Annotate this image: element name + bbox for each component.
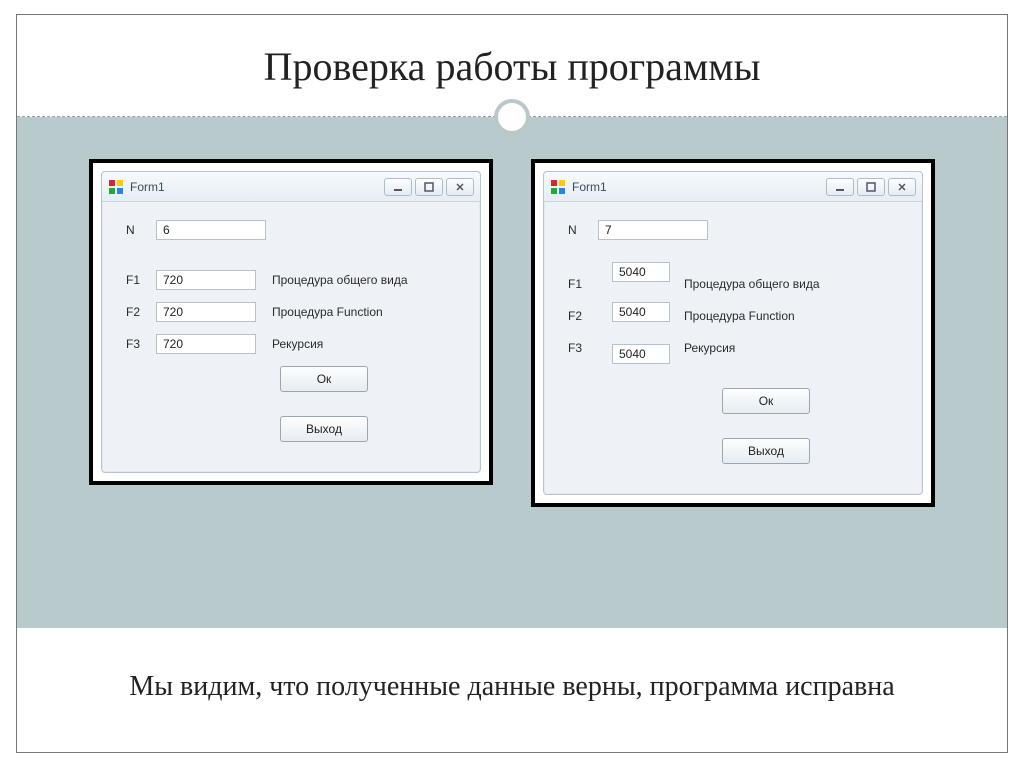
input-f2[interactable]: 5040 [612, 302, 670, 322]
app-window-left: Form1 N 6 F1 720 Процедура о [101, 171, 481, 473]
label-f2: F2 [126, 305, 156, 319]
label-f1: F1 [568, 270, 598, 298]
desc-f1: Процедура общего вида [272, 273, 462, 287]
input-f2[interactable]: 720 [156, 302, 256, 322]
labels-col: F1 F2 F3 [568, 270, 598, 362]
label-f1: F1 [126, 273, 156, 287]
panel-right: Form1 N 7 F1 F2 [531, 159, 935, 507]
window-controls [826, 178, 916, 196]
exit-button[interactable]: Выход [280, 416, 368, 442]
button-row-ok: Ок [126, 366, 462, 406]
desc-f3: Рекурсия [272, 337, 462, 351]
label-n: N [568, 223, 598, 237]
titlebar-right: Form1 [544, 172, 922, 202]
titlebar-left: Form1 [102, 172, 480, 202]
input-n[interactable]: 7 [598, 220, 708, 240]
exit-button[interactable]: Выход [722, 438, 810, 464]
close-button[interactable] [446, 178, 474, 196]
slide: Проверка работы программы Form1 [16, 14, 1008, 753]
window-body-left: N 6 F1 720 Процедура общего вида F2 720 … [102, 202, 480, 472]
input-n[interactable]: 6 [156, 220, 266, 240]
ok-button[interactable]: Ок [722, 388, 810, 414]
label-f3: F3 [568, 334, 598, 362]
window-title: Form1 [130, 180, 384, 194]
label-n: N [126, 223, 156, 237]
app-window-right: Form1 N 7 F1 F2 [543, 171, 923, 495]
row-n: N 6 [126, 220, 462, 240]
desc-f2: Процедура Function [684, 302, 820, 330]
circle-decoration [494, 99, 530, 135]
input-f3[interactable]: 5040 [612, 344, 670, 364]
maximize-button[interactable] [415, 178, 443, 196]
title-area: Проверка работы программы [17, 15, 1007, 108]
label-f2: F2 [568, 302, 598, 330]
input-f3[interactable]: 720 [156, 334, 256, 354]
desc-f3: Рекурсия [684, 334, 820, 362]
input-f1[interactable]: 720 [156, 270, 256, 290]
row-n: N 7 [568, 220, 904, 240]
footer-caption: Мы видим, что полученные данные верны, п… [17, 628, 1007, 746]
slide-title: Проверка работы программы [17, 43, 1007, 90]
ok-button[interactable]: Ок [280, 366, 368, 392]
divider [17, 116, 1007, 117]
footer-text: Мы видим, что полученные данные верны, п… [129, 668, 894, 706]
maximize-button[interactable] [857, 178, 885, 196]
button-row-exit: Выход [568, 438, 904, 478]
window-body-right: N 7 F1 F2 F3 5040 5040 5040 [544, 202, 922, 494]
desc-f2: Процедура Function [272, 305, 462, 319]
input-f1[interactable]: 5040 [612, 262, 670, 282]
panel-left: Form1 N 6 F1 720 Процедура о [89, 159, 493, 485]
window-title: Form1 [572, 180, 826, 194]
close-button[interactable] [888, 178, 916, 196]
body-area: Form1 N 6 F1 720 Процедура о [17, 117, 1007, 628]
descs-col: Процедура общего вида Процедура Function… [684, 270, 820, 362]
results-grid: F1 F2 F3 5040 5040 5040 Процедура общего… [568, 270, 904, 362]
window-controls [384, 178, 474, 196]
button-row-ok: Ок [568, 388, 904, 428]
app-icon [108, 179, 124, 195]
minimize-button[interactable] [826, 178, 854, 196]
button-row-exit: Выход [126, 416, 462, 456]
row-f2: F2 720 Процедура Function [126, 302, 462, 322]
row-f1: F1 720 Процедура общего вида [126, 270, 462, 290]
row-f3: F3 720 Рекурсия [126, 334, 462, 354]
desc-f1: Процедура общего вида [684, 270, 820, 298]
minimize-button[interactable] [384, 178, 412, 196]
app-icon [550, 179, 566, 195]
label-f3: F3 [126, 337, 156, 351]
fields-col: 5040 5040 5040 [612, 270, 670, 362]
